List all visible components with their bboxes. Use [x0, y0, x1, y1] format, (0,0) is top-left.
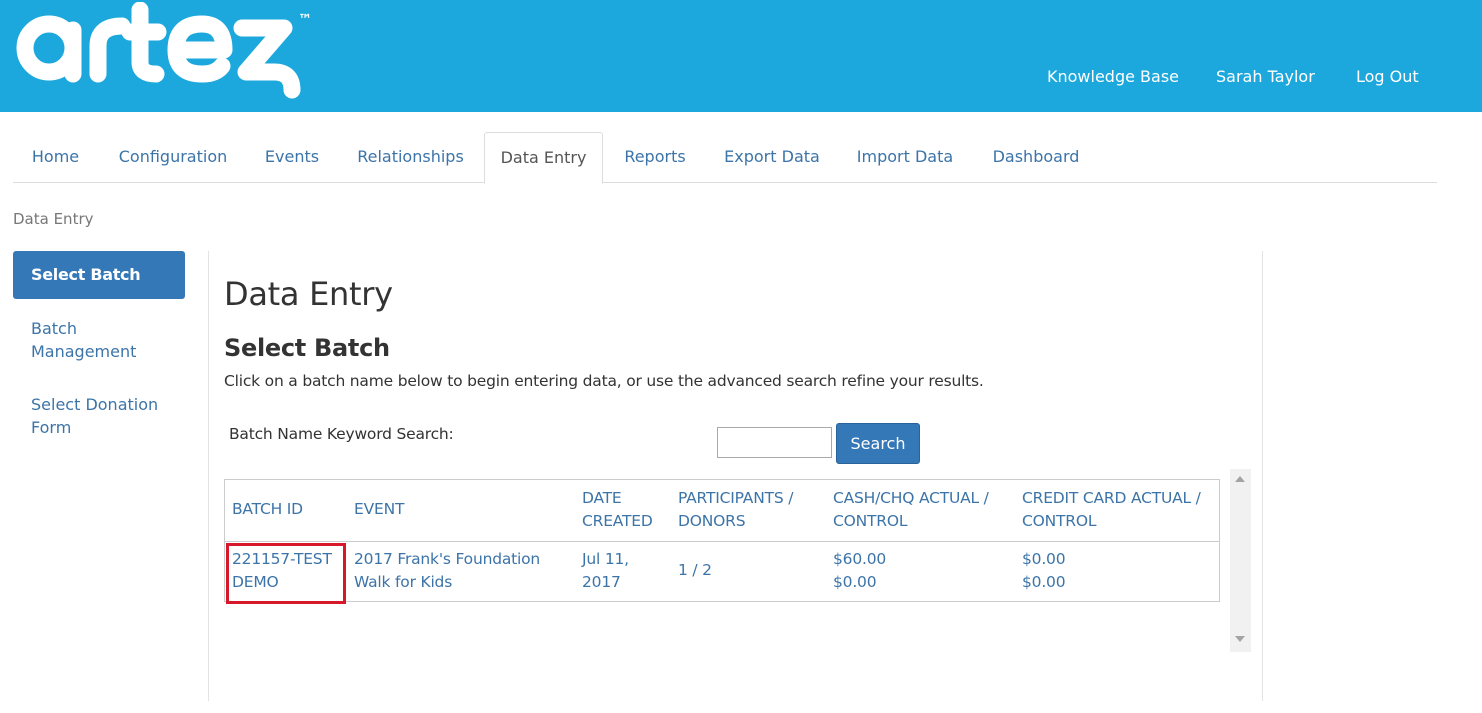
content-divider-left [208, 251, 209, 701]
artez-logo-icon: ™ [16, 1, 312, 99]
tab-home[interactable]: Home [13, 132, 98, 183]
cell-line: 2017 Frank's Foundation [354, 550, 541, 568]
search-button[interactable]: Search [836, 423, 920, 464]
date-created-cell: Jul 11, 2017 [582, 548, 629, 594]
section-title: Select Batch [224, 334, 390, 362]
tab-data-entry[interactable]: Data Entry [484, 132, 603, 184]
cell-line: $60.00 [833, 550, 887, 568]
header-line: CREDIT CARD ACTUAL / [1022, 489, 1201, 507]
page-title: Data Entry [224, 275, 393, 313]
cell-line: 2017 [582, 573, 621, 591]
header-line: CREATED [582, 512, 653, 530]
cell-line: $0.00 [833, 573, 877, 591]
credit-card-cell: $0.00 $0.00 [1022, 548, 1066, 594]
tab-reports[interactable]: Reports [613, 132, 697, 183]
artez-logo[interactable]: ™ [12, 1, 312, 102]
header-line: CONTROL [833, 512, 908, 530]
cell-line: Walk for Kids [354, 573, 453, 591]
log-out-link[interactable]: Log Out [1356, 67, 1419, 86]
cell-line: $0.00 [1022, 573, 1066, 591]
sidebar-item-batch-management[interactable]: Batch Management [31, 317, 181, 363]
column-header-date-created[interactable]: DATE CREATED [582, 487, 653, 533]
batch-name-search-input[interactable] [717, 427, 832, 458]
sidebar-item-label: Batch [31, 319, 77, 338]
tab-export-data[interactable]: Export Data [712, 132, 832, 183]
user-name-link[interactable]: Sarah Taylor [1216, 67, 1315, 86]
search-label: Batch Name Keyword Search: [229, 425, 454, 443]
cell-line: $0.00 [1022, 550, 1066, 568]
tab-import-data[interactable]: Import Data [845, 132, 965, 183]
participants-cell: 1 / 2 [678, 561, 712, 579]
breadcrumb: Data Entry [13, 210, 94, 228]
sidebar-item-label: Select Donation [31, 395, 159, 414]
column-header-participants-donors[interactable]: PARTICIPANTS / DONORS [678, 487, 793, 533]
table-row-divider [225, 541, 1219, 542]
header-line: DONORS [678, 512, 746, 530]
instructions-text: Click on a batch name below to begin ent… [224, 372, 984, 390]
batch-table: BATCH ID EVENT DATE CREATED PARTICIPANTS… [224, 479, 1220, 602]
trademark-symbol: ™ [298, 12, 312, 28]
scroll-down-icon[interactable] [1235, 636, 1245, 642]
sidebar-item-select-batch[interactable]: Select Batch [13, 251, 185, 299]
scroll-up-icon[interactable] [1235, 476, 1245, 482]
header-line: CASH/CHQ ACTUAL / [833, 489, 989, 507]
tab-configuration[interactable]: Configuration [107, 132, 239, 183]
header-line: DATE [582, 489, 622, 507]
knowledge-base-link[interactable]: Knowledge Base [1047, 67, 1179, 86]
sidebar-item-label: Form [31, 418, 72, 437]
content-divider-right [1262, 251, 1263, 701]
cash-chq-cell: $60.00 $0.00 [833, 548, 886, 594]
event-cell: 2017 Frank's Foundation Walk for Kids [354, 548, 540, 594]
tab-dashboard[interactable]: Dashboard [979, 132, 1093, 183]
header-line: CONTROL [1022, 512, 1097, 530]
column-header-event[interactable]: EVENT [354, 498, 404, 521]
column-header-cash-chq[interactable]: CASH/CHQ ACTUAL / CONTROL [833, 487, 989, 533]
tab-relationships[interactable]: Relationships [346, 132, 475, 183]
main-nav-tabs: Home Configuration Events Relationships … [13, 132, 1437, 184]
sidebar-item-select-donation-form[interactable]: Select Donation Form [31, 393, 181, 439]
tab-events[interactable]: Events [253, 132, 331, 183]
table-scrollbar[interactable] [1230, 469, 1251, 652]
column-header-credit-card[interactable]: CREDIT CARD ACTUAL / CONTROL [1022, 487, 1201, 533]
header-line: PARTICIPANTS / [678, 489, 794, 507]
cell-line: Jul 11, [582, 550, 629, 568]
app-header: ™ Knowledge Base Sarah Taylor Log Out [0, 0, 1482, 112]
sidebar-item-label: Management [31, 342, 137, 361]
column-header-batch-id[interactable]: BATCH ID [232, 498, 303, 521]
highlight-annotation-box [226, 543, 346, 604]
